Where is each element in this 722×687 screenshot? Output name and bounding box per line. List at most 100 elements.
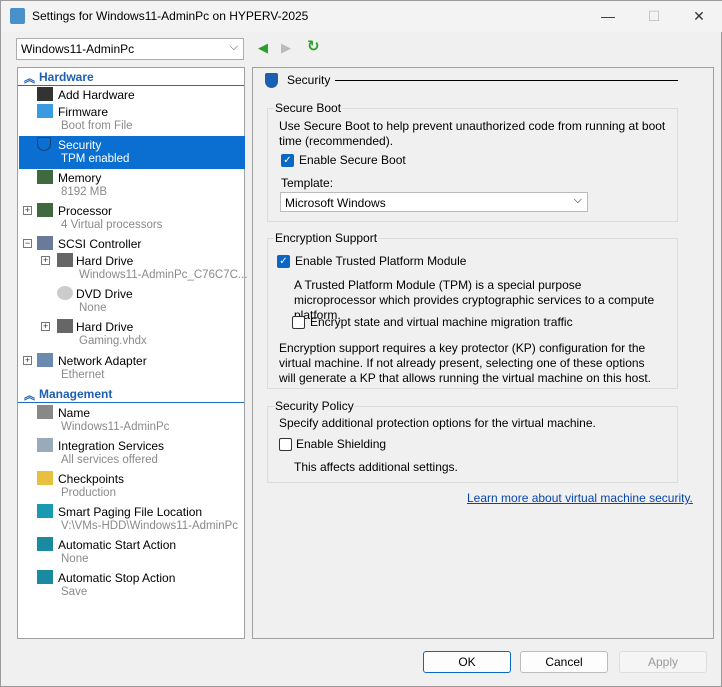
- heading-divider: [335, 80, 678, 81]
- tree-item-name[interactable]: Name Windows11-AdminPc: [19, 404, 245, 437]
- tree-item-detail: 4 Virtual processors: [61, 219, 163, 231]
- enable-secure-boot-checkbox[interactable]: ✓: [281, 154, 294, 167]
- ok-button[interactable]: OK: [423, 651, 511, 673]
- name-icon: [37, 405, 53, 419]
- window-title: Settings for Windows11-AdminPc on HYPERV…: [32, 9, 309, 23]
- enable-tpm-label[interactable]: Enable Trusted Platform Module: [295, 254, 466, 269]
- security-policy-title: Security Policy: [274, 399, 355, 413]
- tree-item-label: Automatic Start Action: [58, 538, 177, 552]
- dvd-drive-icon: [57, 286, 73, 300]
- minimize-button[interactable]: —: [585, 5, 631, 29]
- checkpoints-icon: [37, 471, 53, 485]
- tree-item-automatic-stop-action[interactable]: Automatic Stop Action Save: [19, 569, 245, 602]
- hard-drive-icon: [57, 319, 73, 333]
- tree-item-automatic-start-action[interactable]: Automatic Start Action None: [19, 536, 245, 569]
- shielding-note: This affects additional settings.: [294, 460, 458, 474]
- expand-icon[interactable]: +: [23, 356, 32, 365]
- refresh-button[interactable]: ↻: [307, 37, 320, 55]
- tree-item-hard-drive[interactable]: + Hard Drive Gaming.vhdx: [19, 318, 245, 351]
- tree-item-detail: Ethernet: [61, 369, 105, 381]
- tree-item-detail: Gaming.vhdx: [79, 335, 147, 347]
- network-adapter-icon: [37, 353, 53, 367]
- forward-button[interactable]: ▶: [281, 40, 291, 56]
- tree-item-dvd-drive[interactable]: DVD Drive None: [19, 285, 245, 318]
- enable-tpm-checkbox[interactable]: ✓: [277, 255, 290, 268]
- scsi-controller-icon: [37, 236, 53, 250]
- close-button[interactable]: ✕: [676, 5, 722, 29]
- hard-drive-icon: [57, 253, 73, 267]
- security-panel: Security Secure Boot Use Secure Boot to …: [252, 67, 714, 639]
- tree-item-checkpoints[interactable]: Checkpoints Production: [19, 470, 245, 503]
- encrypt-traffic-label[interactable]: Encrypt state and virtual machine migrat…: [310, 315, 573, 330]
- collapse-icon: ︽: [24, 390, 35, 402]
- tree-item-integration-services[interactable]: Integration Services All services offered: [19, 437, 245, 470]
- learn-more-link[interactable]: Learn more about virtual machine securit…: [467, 491, 693, 505]
- cancel-button[interactable]: Cancel: [520, 651, 608, 673]
- firmware-icon: [37, 104, 53, 118]
- encrypt-traffic-checkbox[interactable]: [292, 316, 305, 329]
- expand-icon[interactable]: +: [41, 322, 50, 331]
- smart-paging-icon: [37, 504, 53, 518]
- expand-icon[interactable]: +: [41, 256, 50, 265]
- section-hardware[interactable]: ︽ Hardware: [18, 69, 244, 86]
- collapse-icon: ︽: [24, 73, 35, 85]
- tree-item-label: Hard Drive: [76, 254, 134, 268]
- tree-item-detail: None: [79, 302, 107, 314]
- enable-shielding-checkbox[interactable]: [279, 438, 292, 451]
- section-management[interactable]: ︽ Management: [18, 386, 244, 403]
- security-policy-description: Specify additional protection options fo…: [279, 416, 596, 430]
- add-hardware-icon: [37, 87, 53, 101]
- chevron-down-icon: ⌵: [229, 41, 238, 53]
- processor-icon: [37, 203, 53, 217]
- tree-item-hard-drive[interactable]: + Hard Drive Windows11-AdminPc_C76C7C...: [19, 252, 248, 285]
- settings-tree[interactable]: ︽ Hardware ︽ Management Add Hardware Firm…: [17, 67, 248, 639]
- auto-start-icon: [37, 537, 53, 551]
- tree-item-label: Security: [58, 138, 102, 152]
- enable-shielding-label[interactable]: Enable Shielding: [296, 437, 386, 452]
- tree-item-firmware[interactable]: Firmware Boot from File: [19, 103, 245, 136]
- tree-item-detail: None: [61, 553, 89, 565]
- tree-item-smart-paging-file-location[interactable]: Smart Paging File Location V:\VMs-HDD\Win…: [19, 503, 245, 536]
- tree-item-detail: TPM enabled: [61, 153, 130, 165]
- tree-item-label: Name: [58, 406, 91, 420]
- tree-item-label: Smart Paging File Location: [58, 505, 203, 519]
- tree-item-label: Automatic Stop Action: [58, 571, 176, 585]
- tree-item-detail: Windows11-AdminPc_C76C7C...: [79, 269, 248, 281]
- tree-item-label: Integration Services: [58, 439, 165, 453]
- collapse-icon[interactable]: −: [23, 239, 32, 248]
- encryption-support-title: Encryption Support: [274, 231, 379, 245]
- shield-icon: [37, 137, 51, 151]
- hyperv-settings-icon: [10, 8, 25, 24]
- section-label: Hardware: [39, 70, 94, 84]
- title-bar: Settings for Windows11-AdminPc on HYPERV…: [1, 1, 722, 32]
- shield-icon: [265, 73, 278, 88]
- tree-item-network-adapter[interactable]: + Network Adapter Ethernet: [19, 352, 245, 385]
- tree-item-processor[interactable]: + Processor 4 Virtual processors: [19, 202, 245, 235]
- memory-icon: [37, 170, 53, 184]
- tree-item-label: DVD Drive: [76, 287, 133, 301]
- tree-item-detail: Boot from File: [61, 120, 133, 132]
- tree-item-label: Processor: [58, 204, 113, 218]
- tree-item-detail: Windows11-AdminPc: [61, 421, 170, 433]
- integration-services-icon: [37, 438, 53, 452]
- enable-secure-boot-label[interactable]: Enable Secure Boot: [299, 153, 406, 168]
- tree-item-label: Network Adapter: [58, 354, 147, 368]
- tree-item-label: SCSI Controller: [58, 237, 142, 251]
- tree-item-detail: Production: [61, 487, 116, 499]
- expand-icon[interactable]: +: [23, 206, 32, 215]
- secure-boot-description: Use Secure Boot to help prevent unauthor…: [279, 119, 666, 148]
- tree-item-memory[interactable]: Memory 8192 MB: [19, 169, 245, 202]
- maximize-button[interactable]: ☐: [631, 5, 677, 29]
- apply-button[interactable]: Apply: [619, 651, 707, 673]
- vm-selector-dropdown[interactable]: Windows11-AdminPc ⌵: [16, 38, 244, 60]
- tree-item-detail: All services offered: [61, 454, 158, 466]
- tree-item-label: Firmware: [58, 105, 108, 119]
- back-button[interactable]: ◀: [258, 40, 268, 56]
- template-label: Template:: [281, 176, 334, 190]
- panel-heading: Security: [287, 73, 331, 87]
- tree-item-security[interactable]: Security TPM enabled: [19, 136, 245, 169]
- template-dropdown[interactable]: Microsoft Windows ⌵: [280, 192, 588, 212]
- kp-description: Encryption support requires a key protec…: [279, 341, 651, 385]
- auto-stop-icon: [37, 570, 53, 584]
- tree-item-label: Hard Drive: [76, 320, 134, 334]
